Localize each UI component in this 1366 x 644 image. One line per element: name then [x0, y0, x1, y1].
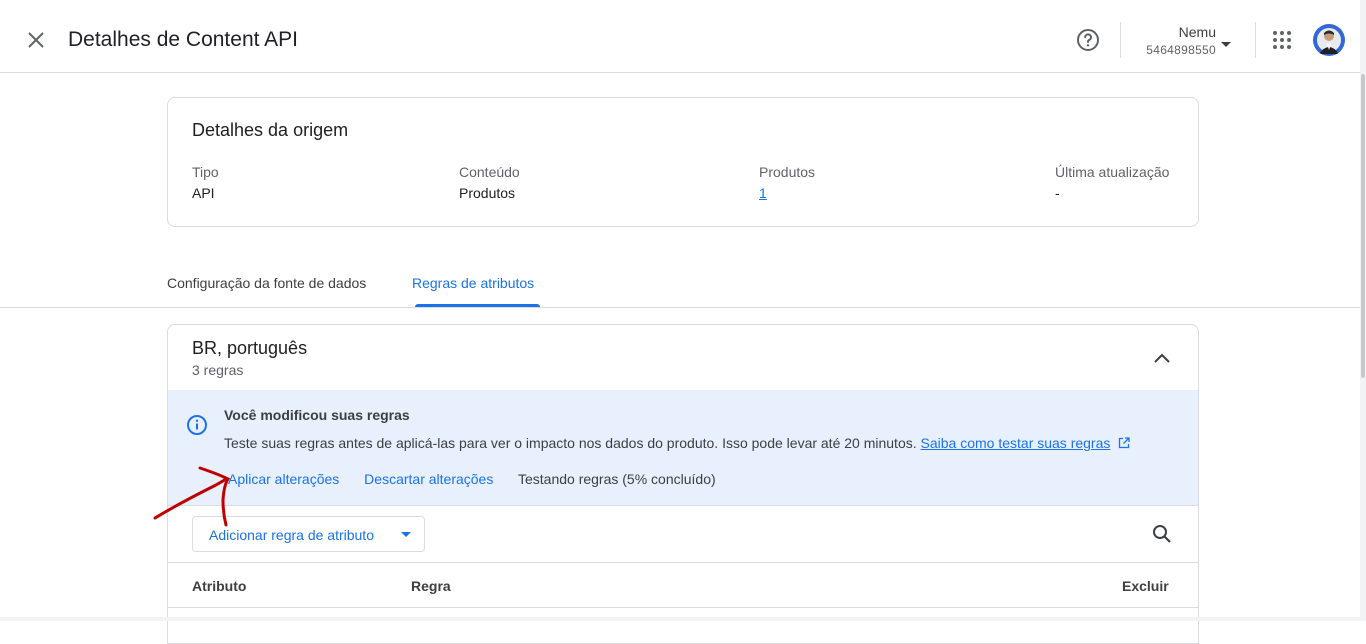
card-title: Detalhes da origem — [192, 120, 349, 140]
notice-body: Teste suas regras antes de aplicá-las pa… — [224, 435, 917, 451]
account-switcher[interactable]: Nemu 5464898550 — [1136, 24, 1216, 57]
app-header: Detalhes de Content API Nemu 5464898550 — [0, 0, 1360, 73]
learn-testing-link[interactable]: Saiba como testar suas regras — [921, 435, 1111, 451]
detail-label: Produtos — [759, 164, 816, 180]
detail-label: Tipo — [192, 164, 219, 180]
rules-count: 3 regras — [192, 362, 244, 378]
account-id: 5464898550 — [1146, 43, 1216, 57]
column-delete: Excluir — [1122, 578, 1169, 594]
panel-title: BR, português — [192, 338, 308, 358]
header-divider — [1255, 22, 1256, 58]
detail-value: API — [192, 185, 215, 201]
detail-value: Produtos — [459, 185, 516, 201]
tab-data-source-settings[interactable]: Configuração da fonte de dados — [167, 275, 366, 291]
notice-actions: Aplicar alterações Descartar alterações … — [228, 471, 716, 487]
page-bottom-edge — [0, 617, 1366, 621]
detail-content: Conteúdo Produtos — [459, 164, 520, 201]
detail-products: Produtos 1 — [759, 164, 815, 201]
scrollbar-thumb[interactable] — [1361, 74, 1365, 378]
tab-attribute-rules[interactable]: Regras de atributos — [412, 275, 534, 291]
detail-type: Tipo API — [192, 164, 219, 201]
account-dropdown-button[interactable] — [1220, 36, 1232, 47]
scrollbar-track[interactable] — [1360, 0, 1366, 621]
header-divider — [1120, 22, 1121, 58]
external-link-icon[interactable] — [1118, 437, 1130, 449]
avatar[interactable] — [1313, 24, 1345, 56]
rules-panel: BR, português 3 regras Você modificou su… — [167, 324, 1199, 644]
notice-title: Você modificou suas regras — [224, 407, 410, 423]
search-icon — [1153, 525, 1171, 543]
tab-bar: Configuração da fonte de dados Regras de… — [0, 262, 1360, 308]
apply-changes-button[interactable]: Aplicar alterações — [228, 471, 339, 487]
page-title: Detalhes de Content API — [68, 28, 298, 51]
discard-changes-button[interactable]: Descartar alterações — [364, 471, 493, 487]
active-tab-indicator — [415, 304, 540, 307]
apps-grid-icon — [1273, 31, 1291, 49]
detail-label: Conteúdo — [459, 164, 520, 180]
column-attribute[interactable]: Atributo — [192, 578, 246, 594]
modified-rules-notice: Você modificou suas regras Teste suas re… — [168, 390, 1198, 506]
rules-table-header: Atributo Regra Excluir — [168, 562, 1198, 608]
help-button[interactable] — [1076, 28, 1100, 52]
chevron-down-icon — [1221, 42, 1231, 47]
chevron-down-icon — [401, 532, 411, 537]
collapse-button[interactable] — [1150, 347, 1174, 371]
avatar-image — [1313, 24, 1345, 56]
search-button[interactable] — [1150, 522, 1174, 546]
chevron-up-icon — [1154, 353, 1170, 363]
products-count-link[interactable]: 1 — [759, 185, 815, 201]
close-button[interactable] — [22, 26, 50, 54]
detail-value: - — [1055, 185, 1060, 201]
column-rule[interactable]: Regra — [411, 578, 451, 594]
add-attribute-rule-button[interactable]: Adicionar regra de atributo — [192, 516, 425, 552]
notice-text: Teste suas regras antes de aplicá-las pa… — [224, 435, 1130, 451]
help-icon — [1077, 29, 1099, 51]
close-icon — [28, 32, 44, 48]
account-name: Nemu — [1178, 24, 1216, 40]
source-details-card: Detalhes da origem Tipo API Conteúdo Pro… — [167, 97, 1199, 227]
info-icon — [187, 415, 207, 435]
apps-button[interactable] — [1270, 28, 1294, 52]
add-rule-label: Adicionar regra de atributo — [209, 527, 374, 543]
detail-last-update: Última atualização - — [1055, 164, 1169, 201]
testing-status: Testando regras (5% concluído) — [517, 471, 716, 487]
detail-label: Última atualização — [1055, 164, 1170, 180]
